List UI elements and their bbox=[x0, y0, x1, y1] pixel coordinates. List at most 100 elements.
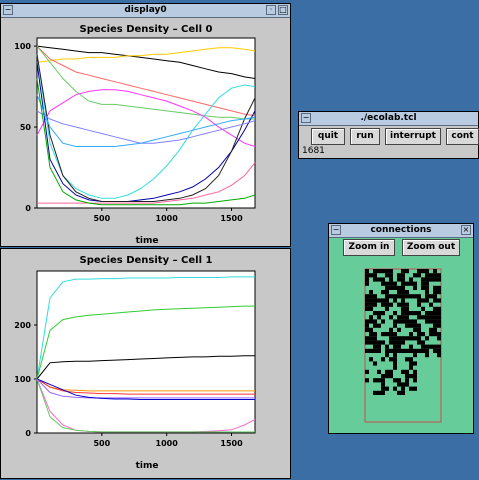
matrix-cell bbox=[409, 281, 413, 286]
maximize-icon[interactable]: □ bbox=[278, 5, 288, 15]
matrix-cell bbox=[437, 319, 441, 324]
minimize-icon[interactable]: · bbox=[266, 5, 276, 15]
window-menu-icon[interactable]: − bbox=[3, 5, 13, 15]
matrix-cell bbox=[433, 290, 437, 295]
matrix-cell bbox=[365, 336, 369, 341]
matrix-cell bbox=[385, 369, 389, 374]
matrix-cell bbox=[429, 273, 433, 278]
matrix-cell bbox=[389, 277, 393, 282]
matrix-cell bbox=[433, 311, 437, 316]
y-tick-label: 50 bbox=[20, 123, 32, 132]
matrix-cell bbox=[405, 374, 409, 379]
matrix-cell bbox=[417, 311, 421, 316]
matrix-cell bbox=[421, 298, 425, 303]
matrix-cell bbox=[429, 344, 433, 349]
matrix-cell bbox=[433, 298, 437, 303]
matrix-cell bbox=[413, 361, 417, 366]
zoom-in-button[interactable]: Zoom in bbox=[343, 239, 395, 256]
x-axis-label: time bbox=[136, 461, 159, 471]
matrix-cell bbox=[401, 306, 405, 311]
matrix-cell bbox=[393, 348, 397, 353]
matrix-cell bbox=[425, 273, 429, 278]
close-icon[interactable]: × bbox=[461, 225, 471, 235]
matrix-cell bbox=[369, 340, 373, 345]
matrix-cell bbox=[365, 269, 369, 274]
matrix-cell bbox=[373, 302, 377, 307]
matrix-cell bbox=[421, 344, 425, 349]
matrix-cell bbox=[425, 348, 429, 353]
matrix-cell bbox=[413, 281, 417, 286]
matrix-cell bbox=[421, 315, 425, 320]
matrix-cell bbox=[381, 311, 385, 316]
matrix-cell bbox=[365, 323, 369, 328]
matrix-cell bbox=[369, 336, 373, 341]
cont-button[interactable]: cont bbox=[446, 128, 479, 145]
matrix-cell bbox=[369, 290, 373, 295]
window-menu-icon[interactable]: − bbox=[301, 113, 311, 123]
matrix-cell bbox=[405, 302, 409, 307]
matrix-cell bbox=[389, 315, 393, 320]
matrix-cell bbox=[401, 336, 405, 341]
matrix-cell bbox=[385, 298, 389, 303]
matrix-cell bbox=[425, 294, 429, 299]
run-button[interactable]: run bbox=[350, 128, 380, 145]
matrix-cell bbox=[365, 348, 369, 353]
matrix-cell bbox=[385, 269, 389, 274]
matrix-cell bbox=[437, 315, 441, 320]
matrix-cell bbox=[397, 340, 401, 345]
matrix-cell bbox=[409, 319, 413, 324]
matrix-cell bbox=[409, 332, 413, 337]
matrix-cell bbox=[389, 273, 393, 278]
quit-button[interactable]: quit bbox=[311, 128, 345, 145]
matrix-cell bbox=[397, 390, 401, 395]
ecolab-title: ./ecolab.tcl bbox=[360, 113, 417, 123]
matrix-cell bbox=[373, 348, 377, 353]
matrix-cell bbox=[437, 323, 441, 328]
ecolab-titlebar[interactable]: ./ecolab.tcl bbox=[299, 112, 478, 126]
matrix-cell bbox=[365, 378, 369, 383]
matrix-cell bbox=[385, 294, 389, 299]
matrix-cell bbox=[377, 369, 381, 374]
matrix-cell bbox=[373, 294, 377, 299]
matrix-cell bbox=[381, 269, 385, 274]
matrix-cell bbox=[409, 336, 413, 341]
matrix-cell bbox=[433, 348, 437, 353]
matrix-cell bbox=[389, 294, 393, 299]
interrupt-button[interactable]: interrupt bbox=[385, 128, 441, 145]
connections-titlebar[interactable]: connections bbox=[329, 224, 473, 238]
matrix-cell bbox=[373, 344, 377, 349]
matrix-cell bbox=[389, 340, 393, 345]
matrix-cell bbox=[377, 390, 381, 395]
matrix-cell bbox=[425, 336, 429, 341]
matrix-cell bbox=[413, 294, 417, 299]
matrix-cell bbox=[377, 277, 381, 282]
species-density-cell0-chart: Species Density – Cell 0 time 0 50 100 500 1… bbox=[14, 24, 256, 246]
matrix-cell bbox=[393, 281, 397, 286]
chart-title: Species Density – Cell 0 bbox=[80, 24, 213, 35]
matrix-cell bbox=[389, 369, 393, 374]
matrix-cell bbox=[393, 332, 397, 337]
display0-titlebar[interactable]: display0 bbox=[1, 4, 290, 18]
connections-title: connections bbox=[370, 225, 432, 235]
matrix-cell bbox=[405, 306, 409, 311]
matrix-cell bbox=[421, 348, 425, 353]
x-tick-label: 1500 bbox=[220, 214, 243, 223]
y-tick-label: 0 bbox=[25, 429, 31, 438]
matrix-cell bbox=[405, 311, 409, 316]
window-menu-icon[interactable]: − bbox=[331, 225, 341, 235]
connection-matrix[interactable] bbox=[329, 260, 475, 435]
zoom-out-button[interactable]: Zoom out bbox=[402, 239, 460, 256]
matrix-cell bbox=[417, 336, 421, 341]
matrix-cell bbox=[421, 281, 425, 286]
matrix-cell bbox=[397, 290, 401, 295]
matrix-cell bbox=[365, 298, 369, 303]
matrix-cell bbox=[393, 311, 397, 316]
matrix-cell bbox=[409, 386, 413, 391]
matrix-cell bbox=[401, 311, 405, 316]
matrix-cell bbox=[365, 302, 369, 307]
matrix-cell bbox=[437, 348, 441, 353]
matrix-cell bbox=[413, 386, 417, 391]
matrix-cell bbox=[377, 311, 381, 316]
step-counter: 1681 bbox=[302, 146, 325, 156]
matrix-cell bbox=[417, 294, 421, 299]
